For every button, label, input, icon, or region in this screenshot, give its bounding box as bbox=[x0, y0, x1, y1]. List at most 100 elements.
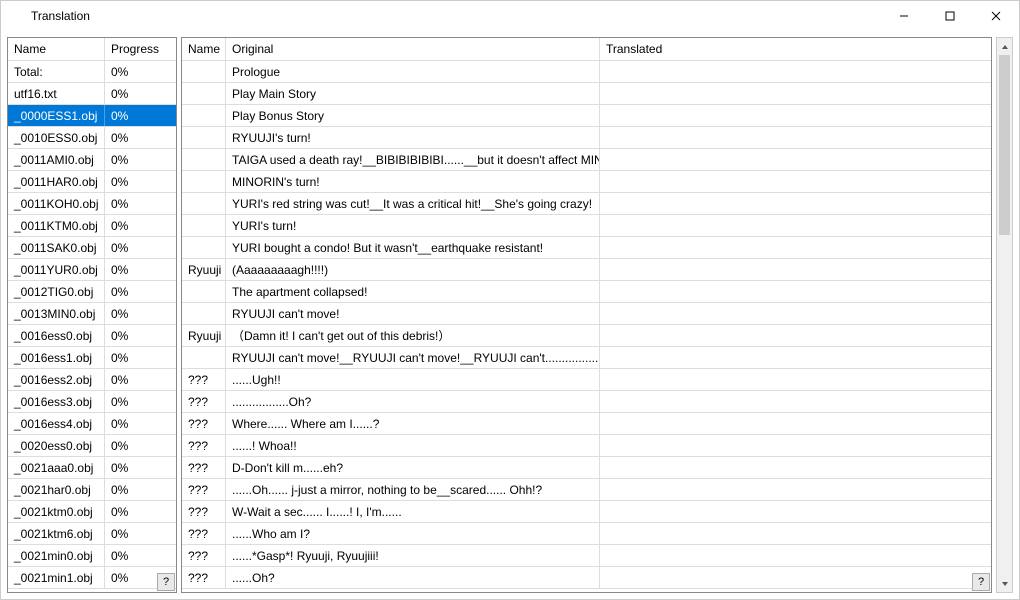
titlebar[interactable]: Translation bbox=[1, 1, 1019, 31]
translation-row[interactable]: ???......Oh...... j-just a mirror, nothi… bbox=[182, 479, 991, 501]
help-button-left[interactable]: ? bbox=[157, 573, 175, 591]
original-text-cell: ......Oh? bbox=[226, 567, 600, 588]
translation-row[interactable]: YURI bought a condo! But it wasn't__eart… bbox=[182, 237, 991, 259]
file-list-row[interactable]: _0011KOH0.obj0% bbox=[8, 193, 176, 215]
scroll-up-arrow-icon[interactable] bbox=[997, 38, 1012, 55]
translated-text-cell[interactable] bbox=[600, 171, 991, 192]
file-list-row[interactable]: _0021ktm0.obj0% bbox=[8, 501, 176, 523]
scroll-down-arrow-icon[interactable] bbox=[997, 575, 1012, 592]
translation-row[interactable]: RYUUJI can't move!__RYUUJI can't move!__… bbox=[182, 347, 991, 369]
translation-row[interactable]: RYUUJI's turn! bbox=[182, 127, 991, 149]
translation-row[interactable]: RYUUJI can't move! bbox=[182, 303, 991, 325]
translation-header-name[interactable]: Name bbox=[182, 38, 226, 60]
help-button-right[interactable]: ? bbox=[972, 573, 990, 591]
translation-row[interactable]: ???......Who am I? bbox=[182, 523, 991, 545]
translated-text-cell[interactable] bbox=[600, 567, 991, 588]
original-text-cell: RYUUJI can't move!__RYUUJI can't move!__… bbox=[226, 347, 600, 368]
file-list-row[interactable]: _0021har0.obj0% bbox=[8, 479, 176, 501]
translated-text-cell[interactable] bbox=[600, 303, 991, 324]
minimize-button[interactable] bbox=[881, 1, 927, 31]
scrollbar-track[interactable] bbox=[997, 55, 1012, 575]
translated-text-cell[interactable] bbox=[600, 237, 991, 258]
translation-row[interactable]: ???......Ugh!! bbox=[182, 369, 991, 391]
file-progress-cell: 0% bbox=[105, 105, 176, 126]
translation-row[interactable]: Play Main Story bbox=[182, 83, 991, 105]
file-list-row[interactable]: _0016ess4.obj0% bbox=[8, 413, 176, 435]
translation-row[interactable]: ???D-Don't kill m......eh? bbox=[182, 457, 991, 479]
file-list-row[interactable]: Total:0% bbox=[8, 61, 176, 83]
file-list-header-name[interactable]: Name bbox=[8, 38, 105, 60]
file-list-row[interactable]: _0010ESS0.obj0% bbox=[8, 127, 176, 149]
file-name-cell: _0013MIN0.obj bbox=[8, 303, 105, 324]
translated-text-cell[interactable] bbox=[600, 149, 991, 170]
translated-text-cell[interactable] bbox=[600, 479, 991, 500]
translation-row[interactable]: ???Where...... Where am I......? bbox=[182, 413, 991, 435]
file-list-row[interactable]: _0011AMI0.obj0% bbox=[8, 149, 176, 171]
file-list-row[interactable]: _0016ess1.obj0% bbox=[8, 347, 176, 369]
outer-scrollbar[interactable] bbox=[996, 37, 1013, 593]
translated-text-cell[interactable] bbox=[600, 523, 991, 544]
translation-row[interactable]: MINORIN's turn! bbox=[182, 171, 991, 193]
translated-text-cell[interactable] bbox=[600, 435, 991, 456]
speaker-name-cell: ??? bbox=[182, 435, 226, 456]
translated-text-cell[interactable] bbox=[600, 259, 991, 280]
file-name-cell: _0016ess0.obj bbox=[8, 325, 105, 346]
translated-text-cell[interactable] bbox=[600, 193, 991, 214]
translation-row[interactable]: TAIGA used a death ray!__BIBIBIBIBIBI...… bbox=[182, 149, 991, 171]
scrollbar-thumb[interactable] bbox=[999, 55, 1010, 235]
translation-row[interactable]: YURI's turn! bbox=[182, 215, 991, 237]
translation-header-original[interactable]: Original bbox=[226, 38, 600, 60]
file-progress-cell: 0% bbox=[105, 545, 176, 566]
file-list-row[interactable]: _0016ess3.obj0% bbox=[8, 391, 176, 413]
translation-row[interactable]: The apartment collapsed! bbox=[182, 281, 991, 303]
file-list-row[interactable]: _0021min0.obj0% bbox=[8, 545, 176, 567]
translated-text-cell[interactable] bbox=[600, 61, 991, 82]
translation-row[interactable]: ???......Oh? bbox=[182, 567, 991, 589]
file-list-row[interactable]: _0011YUR0.obj0% bbox=[8, 259, 176, 281]
translation-row[interactable]: Ryuuji（Damn it! I can't get out of this … bbox=[182, 325, 991, 347]
translation-row[interactable]: ???.................Oh? bbox=[182, 391, 991, 413]
translated-text-cell[interactable] bbox=[600, 83, 991, 104]
file-list-row[interactable]: _0012TIG0.obj0% bbox=[8, 281, 176, 303]
translated-text-cell[interactable] bbox=[600, 281, 991, 302]
translated-text-cell[interactable] bbox=[600, 127, 991, 148]
file-list-header-progress[interactable]: Progress bbox=[105, 38, 176, 60]
translation-row[interactable]: ???......*Gasp*! Ryuuji, Ryuujiii! bbox=[182, 545, 991, 567]
file-list-row[interactable]: _0013MIN0.obj0% bbox=[8, 303, 176, 325]
translated-text-cell[interactable] bbox=[600, 501, 991, 522]
translated-text-cell[interactable] bbox=[600, 347, 991, 368]
file-list-row[interactable]: _0020ess0.obj0% bbox=[8, 435, 176, 457]
file-list-row[interactable]: _0021aaa0.obj0% bbox=[8, 457, 176, 479]
translated-text-cell[interactable] bbox=[600, 369, 991, 390]
translated-text-cell[interactable] bbox=[600, 457, 991, 478]
file-list-row[interactable]: _0011SAK0.obj0% bbox=[8, 237, 176, 259]
file-list-row[interactable]: _0000ESS1.obj0% bbox=[8, 105, 176, 127]
translation-row[interactable]: ???......! Whoa!! bbox=[182, 435, 991, 457]
translated-text-cell[interactable] bbox=[600, 105, 991, 126]
speaker-name-cell bbox=[182, 105, 226, 126]
translated-text-cell[interactable] bbox=[600, 325, 991, 346]
file-list-row[interactable]: _0021ktm6.obj0% bbox=[8, 523, 176, 545]
translation-row[interactable]: Prologue bbox=[182, 61, 991, 83]
file-list-row[interactable]: _0011KTM0.obj0% bbox=[8, 215, 176, 237]
translation-row[interactable]: YURI's red string was cut!__It was a cri… bbox=[182, 193, 991, 215]
file-progress-cell: 0% bbox=[105, 237, 176, 258]
translation-header-translated[interactable]: Translated bbox=[600, 38, 991, 60]
translated-text-cell[interactable] bbox=[600, 413, 991, 434]
translation-row[interactable]: Ryuuji(Aaaaaaaaagh!!!!) bbox=[182, 259, 991, 281]
file-list-row[interactable]: _0016ess2.obj0% bbox=[8, 369, 176, 391]
translated-text-cell[interactable] bbox=[600, 215, 991, 236]
file-list-row[interactable]: _0016ess0.obj0% bbox=[8, 325, 176, 347]
close-button[interactable] bbox=[973, 1, 1019, 31]
file-list-rows[interactable]: Total:0%utf16.txt0%_0000ESS1.obj0%_0010E… bbox=[8, 61, 176, 592]
translation-row[interactable]: ???W-Wait a sec...... I......! I, I'm...… bbox=[182, 501, 991, 523]
translation-rows[interactable]: ProloguePlay Main StoryPlay Bonus StoryR… bbox=[182, 61, 991, 592]
translation-row[interactable]: Play Bonus Story bbox=[182, 105, 991, 127]
file-progress-cell: 0% bbox=[105, 435, 176, 456]
file-list-row[interactable]: _0011HAR0.obj0% bbox=[8, 171, 176, 193]
maximize-button[interactable] bbox=[927, 1, 973, 31]
file-list-row[interactable]: utf16.txt0% bbox=[8, 83, 176, 105]
file-list-row[interactable]: _0021min1.obj0% bbox=[8, 567, 176, 589]
translated-text-cell[interactable] bbox=[600, 545, 991, 566]
translated-text-cell[interactable] bbox=[600, 391, 991, 412]
